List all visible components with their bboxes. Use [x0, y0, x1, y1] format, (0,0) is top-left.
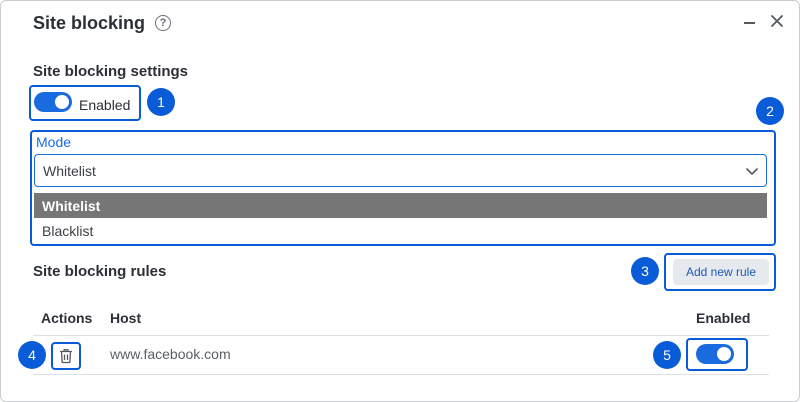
enabled-label: Enabled [79, 97, 131, 113]
annotation-badge-4: 4 [18, 341, 46, 369]
dialog-title: Site blocking [33, 13, 146, 33]
toggle-knob [717, 347, 731, 361]
mode-selected-value: Whitelist [43, 163, 96, 179]
toggle-knob [55, 95, 69, 109]
minimize-button[interactable] [739, 9, 761, 33]
mode-label: Mode [36, 134, 72, 150]
annotation-badge-5: 5 [653, 341, 681, 369]
site-blocking-toggle[interactable] [34, 92, 72, 112]
mode-option-blacklist[interactable]: Blacklist [34, 218, 767, 243]
column-header-actions: Actions [41, 310, 93, 326]
table-header-divider [33, 335, 769, 336]
settings-heading: Site blocking settings [33, 63, 189, 80]
column-header-host: Host [110, 310, 142, 326]
table-row-divider [33, 374, 769, 375]
close-button[interactable] [767, 9, 789, 33]
close-icon [771, 15, 783, 27]
column-header-enabled: Enabled [696, 310, 751, 326]
annotation-badge-1: 1 [147, 88, 175, 116]
mode-option-whitelist[interactable]: Whitelist [34, 193, 767, 218]
chevron-down-icon [746, 168, 758, 175]
question-circle-icon[interactable]: ? [155, 15, 171, 31]
rule-enabled-toggle[interactable] [696, 344, 734, 364]
add-new-rule-button[interactable]: Add new rule [673, 259, 769, 285]
trash-icon [60, 349, 72, 364]
mode-select[interactable]: Whitelist [34, 154, 767, 187]
delete-rule-button[interactable] [51, 342, 81, 370]
annotation-badge-3: 3 [631, 257, 659, 285]
rule-host: www.facebook.com [110, 346, 231, 362]
site-blocking-dialog: Site blocking ? Site blocking settings E… [0, 0, 800, 402]
rules-heading: Site blocking rules [33, 263, 167, 280]
annotation-badge-2: 2 [756, 97, 784, 125]
